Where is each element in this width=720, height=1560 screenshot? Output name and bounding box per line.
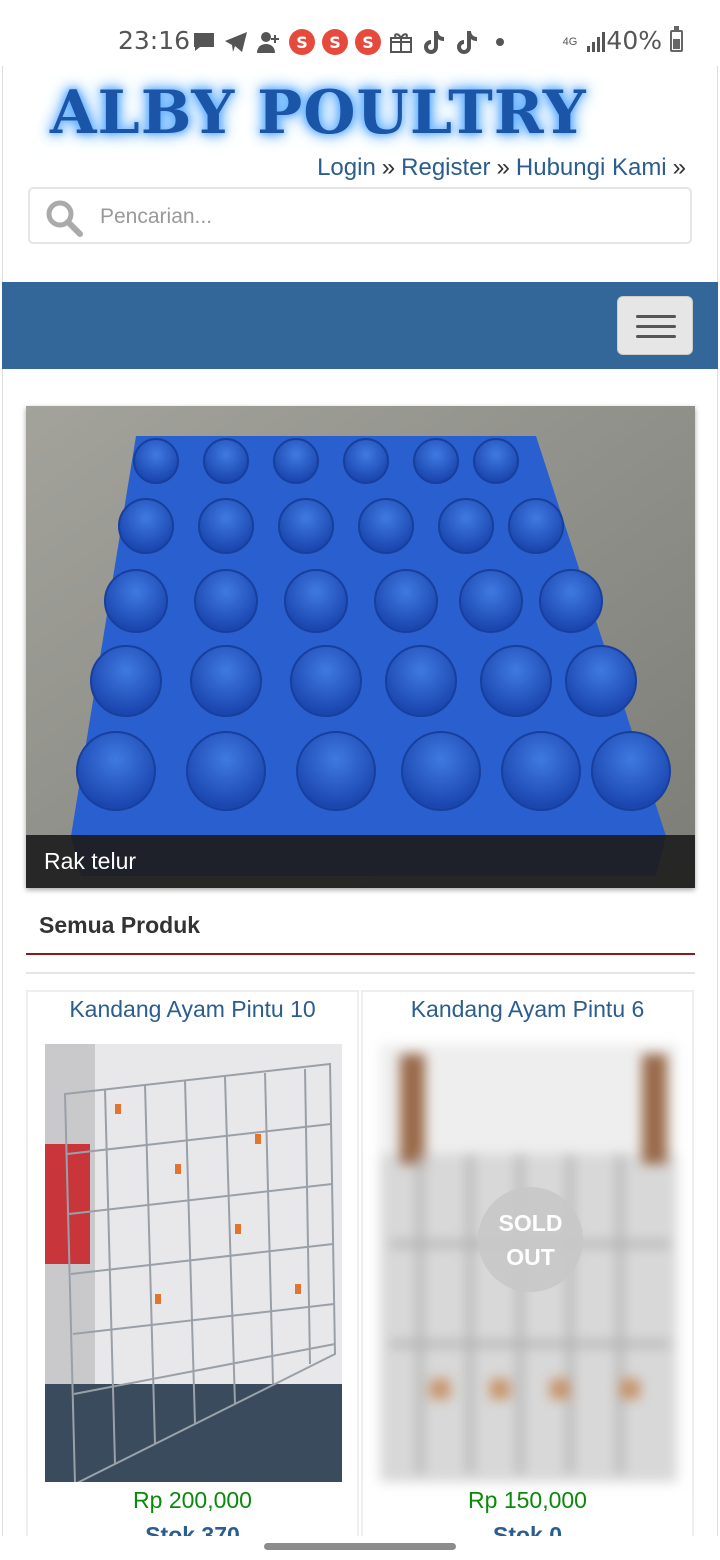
section-title: Semua Produk (39, 912, 201, 938)
menu-toggle-button[interactable] (617, 296, 693, 355)
network-type: 4G (562, 36, 578, 48)
product-card[interactable]: Kandang Ayam Pintu 10 Rp 200,000 Stok 37… (26, 990, 359, 1550)
search-icon[interactable] (44, 198, 84, 238)
site-logo[interactable]: ALBY POULTRY (50, 78, 587, 148)
sold-out-line1: SOLD (498, 1209, 563, 1236)
battery-icon (670, 26, 683, 52)
top-links: Login» Register» Hubungi Kami» (317, 154, 692, 182)
product-title[interactable]: Kandang Ayam Pintu 6 (363, 996, 692, 1023)
status-bar: 23:16 S S S 4G 40% (0, 0, 720, 66)
register-link[interactable]: Register (401, 154, 490, 181)
contact-link[interactable]: Hubungi Kami (516, 154, 667, 181)
product-price: Rp 150,000 (468, 1487, 587, 1513)
search-input[interactable] (98, 197, 672, 237)
nav-bar (2, 282, 718, 369)
home-indicator[interactable] (264, 1543, 456, 1550)
breadcrumb-separator: » (381, 154, 396, 181)
person-add-icon (256, 30, 280, 54)
login-link[interactable]: Login (317, 154, 376, 181)
product-image[interactable] (45, 1044, 342, 1482)
product-price: Rp 200,000 (133, 1487, 252, 1513)
section-divider (26, 953, 695, 955)
chat-icon (192, 30, 216, 54)
sold-out-line2: OUT (506, 1243, 555, 1270)
breadcrumb-separator: » (672, 154, 686, 181)
section-divider-light (26, 972, 695, 974)
tiktok-icon (455, 30, 479, 54)
egg-tray-image (26, 406, 695, 888)
product-card[interactable]: Kandang Ayam Pintu 6 SOLD OUT Rp 150,000… (361, 990, 694, 1550)
s-app-icon: S (322, 29, 348, 55)
sold-out-badge: SOLD OUT (478, 1187, 583, 1292)
menu-icon-line (636, 315, 676, 318)
search-box[interactable] (28, 187, 692, 244)
telegram-icon (224, 30, 248, 54)
gift-icon (389, 30, 413, 54)
battery-percent: 40% (606, 26, 662, 55)
more-notifications-icon (496, 38, 504, 46)
slider-caption: Rak telur (26, 835, 695, 888)
s-app-icon: S (355, 29, 381, 55)
menu-icon-line (636, 335, 676, 338)
hero-slider[interactable]: Rak telur (26, 406, 695, 888)
menu-icon-line (636, 325, 676, 328)
s-app-icon: S (289, 29, 315, 55)
tiktok-icon (422, 30, 446, 54)
status-time: 23:16 (118, 26, 191, 55)
product-title[interactable]: Kandang Ayam Pintu 10 (28, 996, 357, 1023)
signal-icon (584, 30, 608, 54)
breadcrumb-separator: » (496, 154, 510, 181)
